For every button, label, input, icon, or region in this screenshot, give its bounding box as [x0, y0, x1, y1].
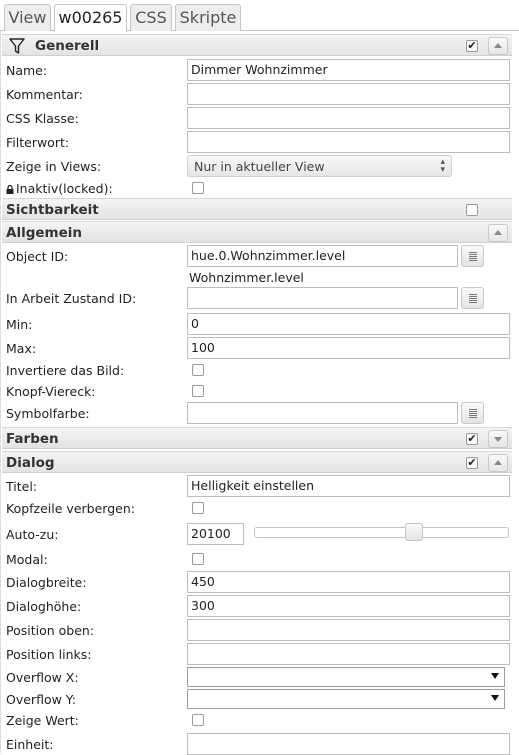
overflow-x-select[interactable] — [187, 667, 505, 687]
list-picker-icon — [469, 294, 477, 303]
updown-icon: ▴ ▾ — [440, 157, 445, 175]
einheit-input[interactable] — [187, 733, 510, 755]
position-links-input[interactable] — [187, 643, 510, 665]
modal-label: Modal: — [6, 552, 48, 567]
slider-handle[interactable] — [405, 523, 423, 541]
section-dialog[interactable]: Dialog ✔ — [2, 451, 512, 473]
position-oben-input[interactable] — [187, 619, 510, 641]
filterwort-input[interactable] — [187, 131, 510, 153]
invertiere-checkbox[interactable] — [192, 364, 204, 376]
autozu-slider[interactable] — [254, 523, 509, 541]
symbolfarbe-input[interactable] — [187, 402, 458, 424]
overflow-y-select[interactable] — [187, 689, 505, 709]
dialoghoehe-input[interactable]: 300 — [187, 595, 510, 617]
kopfzeile-checkbox[interactable] — [192, 502, 204, 514]
tab-skripte[interactable]: Skripte — [175, 4, 241, 31]
titel-input[interactable]: Helligkeit einstellen — [187, 475, 510, 497]
zeige-views-value: Nur in aktueller View — [194, 159, 325, 174]
dialog-enable-checkbox[interactable]: ✔ — [466, 457, 478, 469]
collapse-button[interactable] — [488, 224, 508, 242]
overflow-x-label: Overflow X: — [6, 670, 79, 685]
arbeit-input[interactable] — [187, 287, 458, 309]
symbolfarbe-picker-button[interactable] — [461, 402, 484, 424]
invertiere-label: Invertiere das Bild: — [6, 363, 125, 378]
name-label: Name: — [6, 63, 48, 78]
section-title: Generell — [35, 38, 100, 54]
chevron-down-icon — [494, 437, 502, 442]
name-input[interactable]: Dimmer Wohnzimmer — [187, 59, 510, 81]
zeige-views-select[interactable]: Nur in aktueller View ▴ ▾ — [187, 155, 452, 177]
dropdown-arrow-icon — [491, 695, 499, 701]
chevron-up-icon — [494, 230, 502, 235]
position-links-label: Position links: — [6, 647, 92, 662]
einheit-label: Einheit: — [6, 737, 54, 752]
section-title: Allgemein — [6, 225, 82, 241]
section-generell[interactable]: Generell ✔ — [2, 34, 512, 56]
css-klasse-input[interactable] — [187, 107, 510, 129]
min-input[interactable]: 0 — [187, 313, 510, 335]
object-id-input[interactable]: hue.0.Wohnzimmer.level — [187, 245, 458, 267]
chevron-up-icon — [494, 460, 502, 465]
tab-bar: View w00265 CSS Skripte — [0, 0, 519, 32]
list-picker-icon — [469, 252, 477, 261]
tab-widget[interactable]: w00265 — [54, 4, 127, 32]
overflow-y-label: Overflow Y: — [6, 692, 76, 707]
zeige-wert-checkbox[interactable] — [192, 714, 204, 726]
tab-css[interactable]: CSS — [130, 4, 172, 31]
dialoghoehe-label: Dialoghöhe: — [6, 599, 82, 614]
generell-enable-checkbox[interactable]: ✔ — [466, 40, 478, 52]
arbeit-picker-button[interactable] — [461, 287, 484, 309]
inaktiv-label: Inaktiv(locked): — [6, 181, 113, 196]
object-id-label: Object ID: — [6, 249, 69, 264]
section-allgemein[interactable]: Allgemein — [2, 221, 512, 243]
min-label: Min: — [6, 317, 33, 332]
knopf-checkbox[interactable] — [192, 385, 204, 397]
list-picker-icon — [469, 409, 477, 418]
sichtbarkeit-enable-checkbox[interactable] — [466, 204, 478, 216]
farben-enable-checkbox[interactable]: ✔ — [466, 433, 478, 445]
max-input[interactable]: 100 — [187, 337, 510, 359]
kommentar-input[interactable] — [187, 83, 510, 105]
autozu-label: Auto-zu: — [6, 527, 59, 542]
kopfzeile-label: Kopfzeile verbergen: — [6, 501, 135, 516]
symbolfarbe-label: Symbolfarbe: — [6, 406, 90, 421]
inaktiv-label-text: Inaktiv(locked): — [16, 181, 113, 196]
arbeit-label: In Arbeit Zustand ID: — [6, 291, 137, 306]
chevron-up-icon — [494, 43, 502, 48]
kommentar-label: Kommentar: — [6, 87, 83, 102]
section-title: Dialog — [6, 455, 55, 471]
position-oben-label: Position oben: — [6, 623, 95, 638]
section-sichtbarkeit[interactable]: Sichtbarkeit — [2, 198, 512, 220]
titel-label: Titel: — [6, 479, 37, 494]
section-title: Farben — [6, 431, 59, 447]
filter-icon — [9, 38, 25, 54]
filterwort-label: Filterwort: — [6, 135, 70, 150]
css-klasse-label: CSS Klasse: — [6, 111, 79, 126]
zeige-views-label: Zeige in Views: — [6, 159, 102, 174]
collapse-button[interactable] — [488, 37, 508, 55]
autozu-input[interactable]: 20100 — [187, 523, 244, 545]
inaktiv-checkbox[interactable] — [192, 182, 204, 194]
modal-checkbox[interactable] — [192, 553, 204, 565]
knopf-label: Knopf-Viereck: — [6, 384, 96, 399]
max-label: Max: — [6, 341, 37, 356]
expand-button[interactable] — [488, 430, 508, 448]
collapse-button[interactable] — [488, 454, 508, 472]
dialogbreite-label: Dialogbreite: — [6, 575, 87, 590]
dialogbreite-input[interactable]: 450 — [187, 571, 510, 593]
object-id-picker-button[interactable] — [461, 245, 484, 267]
object-id-name: Wohnzimmer.level — [189, 270, 304, 285]
dropdown-arrow-icon — [491, 673, 499, 679]
section-title: Sichtbarkeit — [6, 202, 99, 218]
section-farben[interactable]: Farben ✔ — [2, 427, 512, 449]
tab-view[interactable]: View — [4, 4, 51, 31]
zeige-wert-label: Zeige Wert: — [6, 713, 79, 728]
lock-icon — [6, 185, 14, 194]
